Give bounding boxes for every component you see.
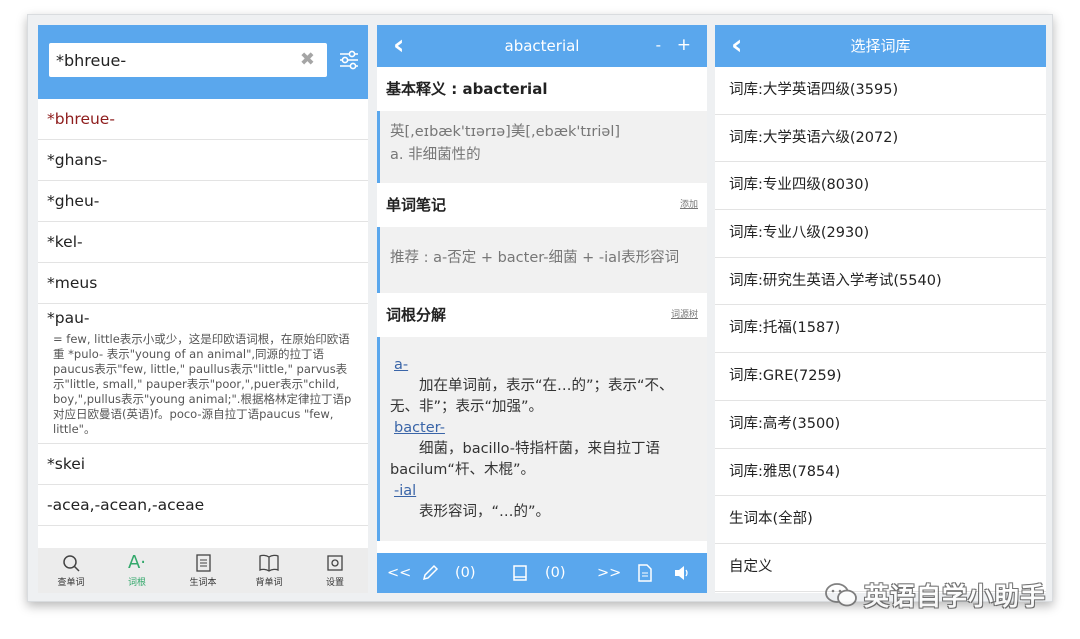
search-icon bbox=[63, 555, 80, 572]
pencil-count: (0) bbox=[455, 565, 476, 581]
root-icon: A· bbox=[127, 552, 147, 573]
tab-notebook[interactable]: 生词本 bbox=[175, 553, 231, 588]
library-item[interactable]: 词库:大学英语六级(2072) bbox=[715, 115, 1046, 163]
word-text: *meus bbox=[47, 274, 98, 292]
library-item[interactable]: 词库:高考(3500) bbox=[715, 401, 1046, 449]
library-item[interactable]: 词库:专业八级(2930) bbox=[715, 210, 1046, 258]
filter-sliders-icon[interactable] bbox=[338, 49, 360, 71]
roots-heading: 词根分解 词源树 bbox=[377, 293, 707, 337]
search-box: ✖ bbox=[49, 43, 327, 77]
library-header: ‹ 选择词库 bbox=[715, 25, 1046, 67]
root-link[interactable]: -ial bbox=[394, 481, 699, 502]
roots-card: a- 加在单词前，表示“在…的”；表示“不、无、非”；表示“加强”。 bacte… bbox=[377, 337, 707, 541]
roots-heading-text: 词根分解 bbox=[386, 306, 447, 324]
settings-icon bbox=[327, 555, 343, 571]
document-icon[interactable] bbox=[637, 564, 653, 582]
zoom-in-button[interactable]: + bbox=[677, 25, 691, 65]
tab-label: 背单词 bbox=[255, 578, 283, 588]
meaning-text: a. 非细菌性的 bbox=[390, 147, 481, 163]
speaker-icon[interactable] bbox=[673, 564, 691, 582]
notes-heading: 单词笔记 添加 bbox=[377, 183, 707, 227]
word-text: *ghans- bbox=[47, 151, 108, 169]
watermark-text: 英语自学小助手 bbox=[863, 582, 1046, 611]
add-note-link[interactable]: 添加 bbox=[680, 183, 698, 227]
notes-heading-text: 单词笔记 bbox=[386, 196, 447, 214]
note-icon[interactable] bbox=[511, 564, 529, 582]
word-description: = few, little表示小或少，这是印欧语词根，在原始印欧语重 *pulo… bbox=[53, 332, 352, 436]
word-list-item[interactable]: *bhreue- bbox=[38, 99, 368, 140]
word-text: *bhreue- bbox=[47, 110, 115, 128]
library-item[interactable]: 生词本(全部) bbox=[715, 496, 1046, 544]
app-screen: ✖ *bhreue- *ghans- *gheu- *kel- *meus *p… bbox=[27, 14, 1053, 602]
basic-meaning-card: 英[,eɪbæk'tɪərɪə]美[,ebæk'tɪriəl] a. 非细菌性的 bbox=[377, 111, 707, 183]
word-list-item[interactable]: *meus bbox=[38, 263, 368, 304]
watermark: 英语自学小助手 bbox=[824, 577, 1046, 613]
tab-recite[interactable]: 背单词 bbox=[241, 553, 297, 588]
detail-bottom-bar: << (0) (0) >> bbox=[377, 553, 707, 593]
word-text: *gheu- bbox=[47, 192, 100, 210]
notebook-icon bbox=[196, 554, 211, 572]
word-list-item[interactable]: *skei bbox=[38, 444, 368, 485]
library-list: 词库:大学英语四级(3595) 词库:大学英语六级(2072) 词库:专业四级(… bbox=[715, 67, 1046, 592]
root-link[interactable]: a- bbox=[394, 355, 699, 376]
note-count: (0) bbox=[545, 565, 566, 581]
notes-card: 推荐 : a-否定 + bacter-细菌 + -ial表形容词 bbox=[377, 227, 707, 293]
basic-meaning-heading-text: 基本释义 : abacterial bbox=[386, 80, 548, 98]
pencil-icon[interactable] bbox=[421, 564, 439, 582]
search-input[interactable] bbox=[49, 43, 289, 77]
library-title: 选择词库 bbox=[850, 37, 911, 55]
recommend-text: 推荐 : a-否定 + bacter-细菌 + -ial表形容词 bbox=[390, 250, 680, 266]
previous-word-button[interactable]: << bbox=[387, 553, 411, 593]
word-list-item[interactable]: *kel- bbox=[38, 222, 368, 263]
basic-meaning-heading: 基本释义 : abacterial bbox=[377, 67, 707, 111]
etymology-tree-link[interactable]: 词源树 bbox=[671, 293, 698, 337]
tab-label: 设置 bbox=[325, 578, 344, 588]
library-item[interactable]: 词库:GRE(7259) bbox=[715, 353, 1046, 401]
word-list-item[interactable]: *ghans- bbox=[38, 140, 368, 181]
close-icon[interactable]: ✖ bbox=[300, 50, 315, 70]
bottom-tab-bar: 查单词 A· 词根 生词本 背单词 设置 bbox=[38, 548, 368, 593]
zoom-out-button[interactable]: - bbox=[656, 25, 661, 65]
library-panel: ‹ 选择词库 词库:大学英语四级(3595) 词库:大学英语六级(2072) 词… bbox=[715, 25, 1046, 593]
library-item[interactable]: 词库:托福(1587) bbox=[715, 305, 1046, 354]
word-list-panel: ✖ *bhreue- *ghans- *gheu- *kel- *meus *p… bbox=[38, 25, 368, 593]
root-description: 细菌，bacillo-特指杆菌，来自拉丁语bacilum“杆、木棍”。 bbox=[390, 441, 661, 478]
library-item[interactable]: 词库:雅思(7854) bbox=[715, 449, 1046, 497]
next-word-button[interactable]: >> bbox=[597, 553, 621, 593]
word-detail-panel: ‹ abacterial - + 基本释义 : abacterial 英[,eɪ… bbox=[377, 25, 707, 593]
search-header: ✖ bbox=[38, 25, 368, 99]
library-item[interactable]: 词库:大学英语四级(3595) bbox=[715, 67, 1046, 115]
root-link[interactable]: bacter- bbox=[394, 418, 699, 439]
root-description: 加在单词前，表示“在…的”；表示“不、无、非”；表示“加强”。 bbox=[390, 378, 674, 415]
word-text: -acea,-acean,-aceae bbox=[47, 496, 205, 514]
tab-label: 查单词 bbox=[57, 578, 85, 588]
word-text: *kel- bbox=[47, 233, 83, 251]
book-icon bbox=[259, 554, 279, 572]
tab-label: 生词本 bbox=[189, 578, 217, 588]
tab-search[interactable]: 查单词 bbox=[43, 553, 99, 588]
library-item[interactable]: 词库:研究生英语入学考试(5540) bbox=[715, 258, 1046, 306]
tab-label: 词根 bbox=[127, 578, 146, 588]
tab-root[interactable]: A· 词根 bbox=[109, 552, 165, 589]
library-item[interactable]: 词库:专业四级(8030) bbox=[715, 162, 1046, 211]
phonetic-text: 英[,eɪbæk'tɪərɪə]美[,ebæk'tɪriəl] bbox=[390, 124, 621, 140]
root-description: 表形容词，“…的”。 bbox=[419, 504, 551, 520]
word-list-item[interactable]: *pau- = few, little表示小或少，这是印欧语词根，在原始印欧语重… bbox=[38, 304, 368, 444]
detail-header: ‹ abacterial - + bbox=[377, 25, 707, 67]
wechat-icon bbox=[825, 583, 857, 607]
word-list-item[interactable]: *gheu- bbox=[38, 181, 368, 222]
tab-settings[interactable]: 设置 bbox=[307, 553, 363, 588]
word-list: *bhreue- *ghans- *gheu- *kel- *meus *pau… bbox=[38, 99, 368, 526]
word-text: *pau- bbox=[47, 309, 90, 327]
word-text: *skei bbox=[47, 455, 86, 473]
word-list-item[interactable]: -acea,-acean,-aceae bbox=[38, 485, 368, 526]
